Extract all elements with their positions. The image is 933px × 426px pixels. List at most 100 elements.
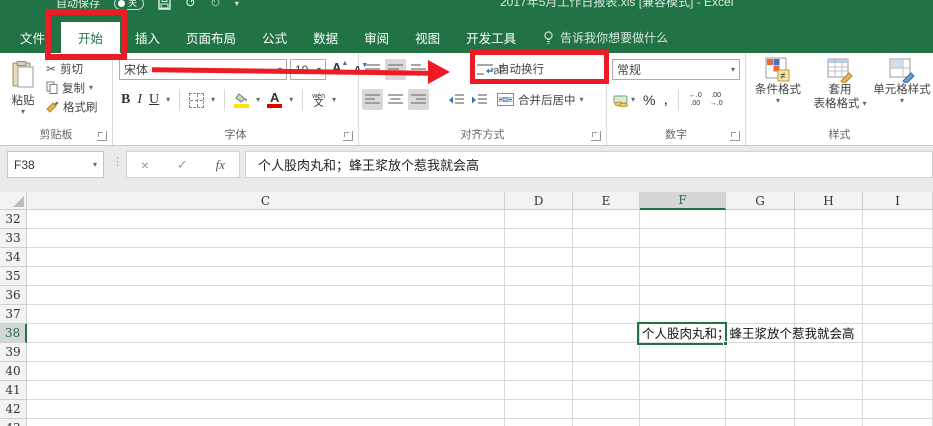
comma-style-button[interactable]: , bbox=[663, 91, 667, 109]
row-header-33[interactable]: 33 bbox=[0, 229, 27, 248]
copy-button[interactable]: 复制 ▾ bbox=[46, 79, 93, 96]
cell-F41[interactable] bbox=[640, 381, 726, 400]
number-format-combo[interactable]: 常规 ▾ bbox=[612, 59, 740, 80]
cell-I42[interactable] bbox=[863, 400, 933, 419]
cell-styles-button[interactable]: 单元格样式 ▾ bbox=[872, 57, 932, 105]
cell-F33[interactable] bbox=[640, 229, 726, 248]
number-dialog-launcher-icon[interactable] bbox=[730, 131, 740, 141]
cell-F35[interactable] bbox=[640, 267, 726, 286]
cell-H39[interactable] bbox=[795, 343, 863, 362]
cell-C41[interactable] bbox=[27, 381, 505, 400]
font-color-button[interactable]: A bbox=[267, 91, 283, 108]
format-painter-button[interactable]: 格式刷 bbox=[46, 98, 98, 115]
row-header-41[interactable]: 41 bbox=[0, 381, 27, 400]
row-header-43[interactable]: 43 bbox=[0, 419, 27, 426]
tab-review[interactable]: 审阅 bbox=[351, 22, 402, 53]
row-header-42[interactable]: 42 bbox=[0, 400, 27, 419]
cell-G42[interactable] bbox=[726, 400, 795, 419]
tab-home[interactable]: 开始 bbox=[61, 22, 121, 53]
cell-D33[interactable] bbox=[505, 229, 573, 248]
increase-indent-button[interactable] bbox=[468, 89, 489, 110]
formula-input[interactable]: 个人股肉丸和；蜂王浆放个惹我就会高 bbox=[245, 151, 933, 178]
borders-button[interactable] bbox=[189, 92, 205, 108]
cell-C38[interactable] bbox=[27, 324, 505, 343]
tab-formulas[interactable]: 公式 bbox=[249, 22, 300, 53]
paste-button[interactable]: 粘贴 ▾ bbox=[4, 58, 42, 124]
cancel-icon[interactable]: × bbox=[141, 157, 149, 173]
cell-D42[interactable] bbox=[505, 400, 573, 419]
column-header-G[interactable]: G bbox=[726, 192, 795, 210]
tab-page-layout[interactable]: 页面布局 bbox=[173, 22, 249, 53]
cell-I32[interactable] bbox=[863, 210, 933, 229]
cell-C40[interactable] bbox=[27, 362, 505, 381]
font-size-dropdown-icon[interactable]: ▾ bbox=[317, 65, 321, 74]
cell-I33[interactable] bbox=[863, 229, 933, 248]
tab-view[interactable]: 视图 bbox=[402, 22, 453, 53]
cell-F34[interactable] bbox=[640, 248, 726, 267]
cell-F32[interactable] bbox=[640, 210, 726, 229]
cell-C42[interactable] bbox=[27, 400, 505, 419]
italic-button[interactable]: I bbox=[137, 92, 142, 108]
underline-dropdown-icon[interactable]: ▾ bbox=[166, 96, 170, 104]
cell-E33[interactable] bbox=[573, 229, 640, 248]
increase-decimal-button[interactable]: ←.0 .00 bbox=[689, 92, 702, 108]
font-name-combo[interactable]: 宋体 ▾ bbox=[119, 59, 287, 80]
cell-G35[interactable] bbox=[726, 267, 795, 286]
column-header-C[interactable]: C bbox=[27, 192, 505, 210]
font-color-dropdown-icon[interactable]: ▾ bbox=[289, 96, 293, 104]
cell-D43[interactable] bbox=[505, 419, 573, 426]
tell-me-box[interactable]: 告诉我你想要做什么 bbox=[543, 22, 668, 53]
cell-G33[interactable] bbox=[726, 229, 795, 248]
cell-E41[interactable] bbox=[573, 381, 640, 400]
select-all-corner[interactable] bbox=[0, 192, 27, 210]
cell-G34[interactable] bbox=[726, 248, 795, 267]
cell-C33[interactable] bbox=[27, 229, 505, 248]
column-header-F[interactable]: F bbox=[640, 192, 726, 210]
cell-D38[interactable] bbox=[505, 324, 573, 343]
cell-G41[interactable] bbox=[726, 381, 795, 400]
name-box-dropdown-icon[interactable]: ▾ bbox=[93, 160, 97, 169]
cell-C35[interactable] bbox=[27, 267, 505, 286]
cell-I37[interactable] bbox=[863, 305, 933, 324]
tab-file[interactable]: 文件 bbox=[8, 22, 57, 53]
row-header-35[interactable]: 35 bbox=[0, 267, 27, 286]
align-right-button[interactable] bbox=[408, 89, 429, 110]
merge-center-button[interactable]: 合并后居中 ▾ bbox=[497, 92, 584, 108]
conditional-formatting-button[interactable]: ≠ 条件格式 ▾ bbox=[748, 57, 808, 105]
column-header-D[interactable]: D bbox=[505, 192, 573, 210]
name-box[interactable]: F38 ▾ bbox=[7, 151, 104, 178]
align-left-button[interactable] bbox=[362, 89, 383, 110]
cell-F39[interactable] bbox=[640, 343, 726, 362]
cell-styles-dropdown-icon[interactable]: ▾ bbox=[900, 97, 904, 105]
tab-insert[interactable]: 插入 bbox=[122, 22, 173, 53]
cell-D32[interactable] bbox=[505, 210, 573, 229]
cell-E42[interactable] bbox=[573, 400, 640, 419]
cell-F43[interactable] bbox=[640, 419, 726, 426]
format-as-table-dropdown-icon[interactable]: ▾ bbox=[862, 100, 866, 108]
cell-F36[interactable] bbox=[640, 286, 726, 305]
cell-C36[interactable] bbox=[27, 286, 505, 305]
wrap-text-button[interactable]: 自动换行 bbox=[477, 61, 544, 77]
decrease-decimal-button[interactable]: .00 →.0 bbox=[710, 92, 723, 108]
tab-data[interactable]: 数据 bbox=[300, 22, 351, 53]
cell-E35[interactable] bbox=[573, 267, 640, 286]
qat-customize-icon[interactable]: ▾ bbox=[235, 0, 239, 8]
column-header-I[interactable]: I bbox=[863, 192, 933, 210]
decrease-indent-button[interactable] bbox=[445, 89, 466, 110]
cell-H43[interactable] bbox=[795, 419, 863, 426]
fill-color-dropdown-icon[interactable]: ▾ bbox=[256, 96, 260, 104]
phonetic-guide-button[interactable]: wén 文 bbox=[312, 93, 325, 109]
clipboard-dialog-launcher-icon[interactable] bbox=[97, 131, 107, 141]
accounting-dropdown-icon[interactable]: ▾ bbox=[631, 96, 635, 104]
cell-H40[interactable] bbox=[795, 362, 863, 381]
row-header-34[interactable]: 34 bbox=[0, 248, 27, 267]
font-dialog-launcher-icon[interactable] bbox=[343, 131, 353, 141]
cell-H35[interactable] bbox=[795, 267, 863, 286]
cell-E32[interactable] bbox=[573, 210, 640, 229]
cell-G32[interactable] bbox=[726, 210, 795, 229]
cell-F38[interactable]: 个人股肉丸和；蜂王浆放个惹我就会高 bbox=[640, 324, 855, 343]
cell-G36[interactable] bbox=[726, 286, 795, 305]
conditional-formatting-dropdown-icon[interactable]: ▾ bbox=[776, 97, 780, 105]
borders-dropdown-icon[interactable]: ▾ bbox=[211, 96, 215, 104]
row-header-37[interactable]: 37 bbox=[0, 305, 27, 324]
